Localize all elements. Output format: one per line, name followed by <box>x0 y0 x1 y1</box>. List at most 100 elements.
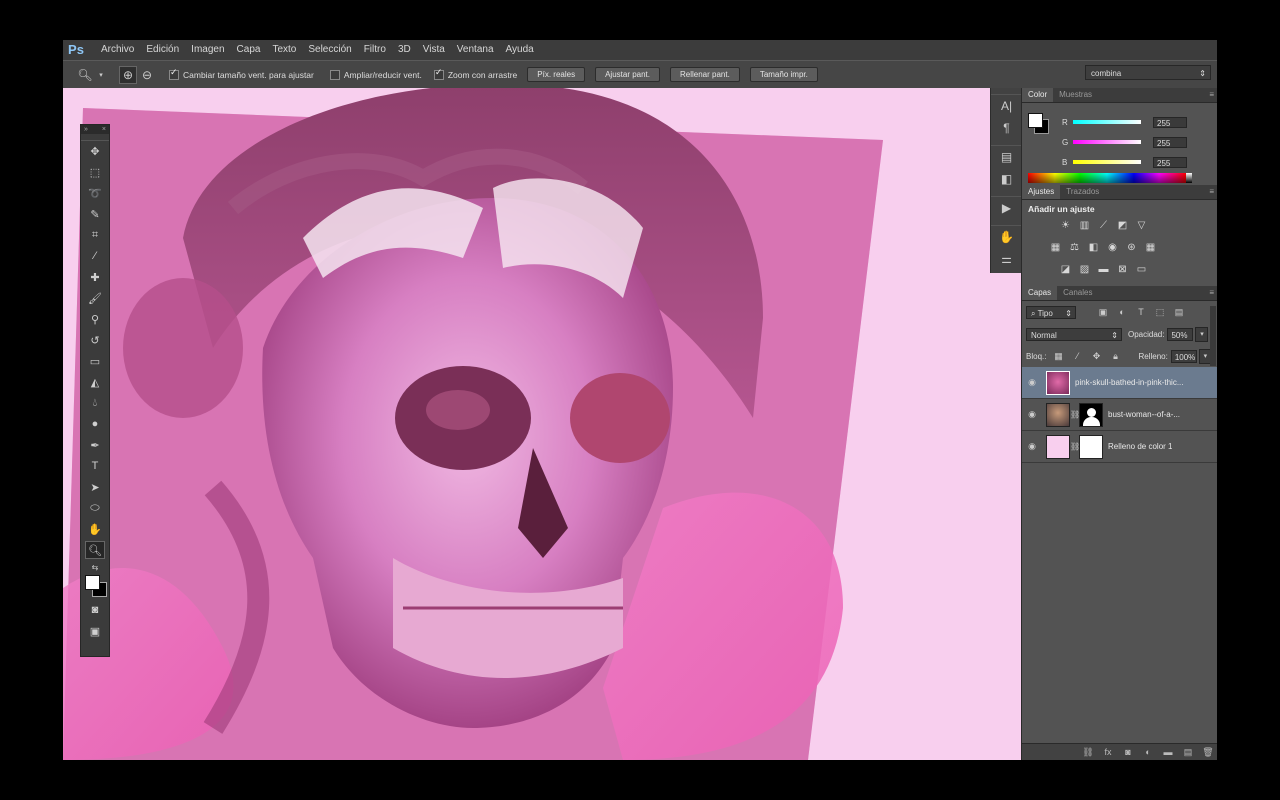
lock-pixels-icon[interactable]: ⁄ <box>1070 349 1084 363</box>
fill-screen-button[interactable]: Rellenar pant. <box>670 67 740 82</box>
hand-tool-icon[interactable]: ✋ <box>85 520 105 538</box>
tab-color[interactable]: Color <box>1022 88 1054 102</box>
layer-name[interactable]: bust-woman--of-a-... <box>1108 410 1180 419</box>
move-tool-icon[interactable]: ✥ <box>85 142 105 160</box>
crop-tool-icon[interactable]: ⌗ <box>85 226 105 244</box>
adjustment-filter-icon[interactable]: ◐ <box>1115 305 1129 319</box>
link-icon[interactable]: ⛓ <box>1070 442 1080 451</box>
checkbox-box[interactable] <box>433 67 444 80</box>
curves-icon[interactable]: ⟋ <box>1096 218 1111 233</box>
zoom-out-icon[interactable]: ⊖ <box>139 67 155 83</box>
panel-menu-icon[interactable]: ≡ <box>1209 185 1214 199</box>
character-panel-icon[interactable]: A| <box>991 95 1022 117</box>
fill-input[interactable]: 100% <box>1170 349 1197 363</box>
foreground-color[interactable] <box>1028 113 1043 128</box>
properties-panel-icon[interactable]: ◧ <box>991 168 1022 190</box>
exposure-icon[interactable]: ◩ <box>1115 218 1130 233</box>
chevron-down-icon[interactable]: ▾ <box>93 67 109 83</box>
eye-icon[interactable]: ◉ <box>1022 409 1042 420</box>
lock-position-icon[interactable]: ✥ <box>1089 349 1103 363</box>
layer-item[interactable]: ◉ pink-skull-bathed-in-pink-thic... <box>1022 367 1217 399</box>
resize-windows-checkbox[interactable]: Cambiar tamaño vent. para ajustar <box>169 67 314 80</box>
fit-screen-button[interactable]: Ajustar pant. <box>595 67 660 82</box>
actual-pixels-button[interactable]: Píx. reales <box>527 67 586 82</box>
swap-colors-icon[interactable]: ⇆ <box>85 562 105 572</box>
eraser-tool-icon[interactable]: ▭ <box>85 352 105 370</box>
zoom-in-icon[interactable]: ⊕ <box>119 65 137 84</box>
new-layer-icon[interactable]: ▤ <box>1178 747 1198 758</box>
dodge-tool-icon[interactable]: ● <box>85 415 105 433</box>
black-white-icon[interactable]: ◧ <box>1086 240 1101 255</box>
tools-grip[interactable] <box>81 134 109 141</box>
quick-select-tool-icon[interactable]: ✎ <box>85 205 105 223</box>
vibrance-icon[interactable]: ▽ <box>1134 218 1149 233</box>
panel-menu-icon[interactable]: ≡ <box>1209 88 1214 102</box>
blue-value[interactable]: 255 <box>1153 156 1187 168</box>
layer-name[interactable]: pink-skull-bathed-in-pink-thic... <box>1075 378 1184 387</box>
link-icon[interactable]: ⛓ <box>1070 410 1080 419</box>
layer-name[interactable]: Relleno de color 1 <box>1108 442 1172 451</box>
tab-swatches[interactable]: Muestras <box>1053 88 1098 102</box>
tab-channels[interactable]: Canales <box>1057 286 1098 300</box>
menu-imagen[interactable]: Imagen <box>185 40 230 60</box>
zoom-tool-icon[interactable]: 🔍︎ <box>85 541 105 559</box>
pixel-filter-icon[interactable]: ▣ <box>1096 305 1110 319</box>
shape-tool-icon[interactable]: ⬭ <box>85 499 105 517</box>
trash-icon[interactable]: 🗑︎ <box>1198 747 1217 758</box>
add-mask-icon[interactable]: ◙ <box>1118 747 1138 757</box>
zoom-tool-preset-icon[interactable]: 🔍︎ <box>77 67 93 83</box>
lock-transparency-icon[interactable]: ▦ <box>1051 349 1065 363</box>
hue-saturation-icon[interactable]: ▦ <box>1048 240 1063 255</box>
color-lookup-icon[interactable]: ▦ <box>1143 240 1158 255</box>
history-panel-icon[interactable]: ▤ <box>991 146 1022 168</box>
scrubby-zoom-checkbox[interactable]: Zoom con arrastre <box>433 67 517 80</box>
panel-menu-icon[interactable]: ≡ <box>1209 286 1214 300</box>
tab-paths[interactable]: Trazados <box>1060 185 1105 199</box>
layer-filter-select[interactable]: ⌕ Tipo ⇕ <box>1026 305 1076 319</box>
checkbox-box[interactable] <box>169 67 179 80</box>
type-tool-icon[interactable]: T <box>85 457 105 475</box>
brush-tool-icon[interactable]: 🖌︎ <box>85 289 105 307</box>
document-canvas[interactable] <box>63 88 990 760</box>
brightness-contrast-icon[interactable]: ☀ <box>1058 218 1073 233</box>
channel-mixer-icon[interactable]: ⊛ <box>1124 240 1139 255</box>
path-select-tool-icon[interactable]: ➤ <box>85 478 105 496</box>
workspace-select[interactable]: combina ⇕ <box>1085 65 1211 80</box>
menu-seleccion[interactable]: Selección <box>302 40 357 60</box>
menu-ventana[interactable]: Ventana <box>451 40 500 60</box>
fg-bg-color-swatches[interactable] <box>83 575 107 599</box>
layer-item[interactable]: ◉ ⛓ Relleno de color 1 <box>1022 431 1217 463</box>
menu-filtro[interactable]: Filtro <box>358 40 392 60</box>
brush-presets-icon[interactable]: ⚌ <box>991 248 1022 270</box>
new-adjustment-icon[interactable]: ◐ <box>1138 747 1158 757</box>
layer-item[interactable]: ◉ ⛓ bust-woman--of-a-... <box>1022 399 1217 431</box>
shape-filter-icon[interactable]: ⬚ <box>1153 305 1167 319</box>
blur-tool-icon[interactable]: 💧︎ <box>85 394 105 412</box>
tab-layers[interactable]: Capas <box>1022 286 1058 300</box>
dock-grip[interactable] <box>991 88 1022 95</box>
color-balance-icon[interactable]: ⚖ <box>1067 240 1082 255</box>
gradient-map-icon[interactable]: ▭ <box>1134 262 1149 277</box>
pen-tool-icon[interactable]: ✒ <box>85 436 105 454</box>
menu-edicion[interactable]: Edición <box>140 40 185 60</box>
layer-mask-thumbnail[interactable] <box>1079 434 1103 459</box>
paint-bucket-tool-icon[interactable]: ◭ <box>85 373 105 391</box>
opacity-input[interactable]: 50% <box>1167 327 1194 341</box>
layer-mask-thumbnail[interactable] <box>1079 402 1103 427</box>
fx-icon[interactable]: fx <box>1098 747 1118 757</box>
red-slider[interactable] <box>1073 120 1141 124</box>
clone-stamp-tool-icon[interactable]: ⚲ <box>85 310 105 328</box>
tools-panel-header[interactable]: » × <box>81 125 109 134</box>
paragraph-panel-icon[interactable]: ¶ <box>991 117 1022 139</box>
expand-icon[interactable]: » <box>84 125 88 134</box>
chevron-down-icon[interactable]: ▾ <box>1195 326 1209 342</box>
history-brush-tool-icon[interactable]: ↺ <box>85 331 105 349</box>
type-filter-icon[interactable]: T <box>1134 305 1148 319</box>
menu-capa[interactable]: Capa <box>231 40 267 60</box>
actions-panel-icon[interactable]: ▶ <box>991 197 1022 219</box>
red-value[interactable]: 255 <box>1153 116 1187 128</box>
close-icon[interactable]: × <box>102 125 106 134</box>
eye-icon[interactable]: ◉ <box>1022 441 1042 452</box>
menu-3d[interactable]: 3D <box>392 40 417 60</box>
green-slider[interactable] <box>1073 140 1141 144</box>
